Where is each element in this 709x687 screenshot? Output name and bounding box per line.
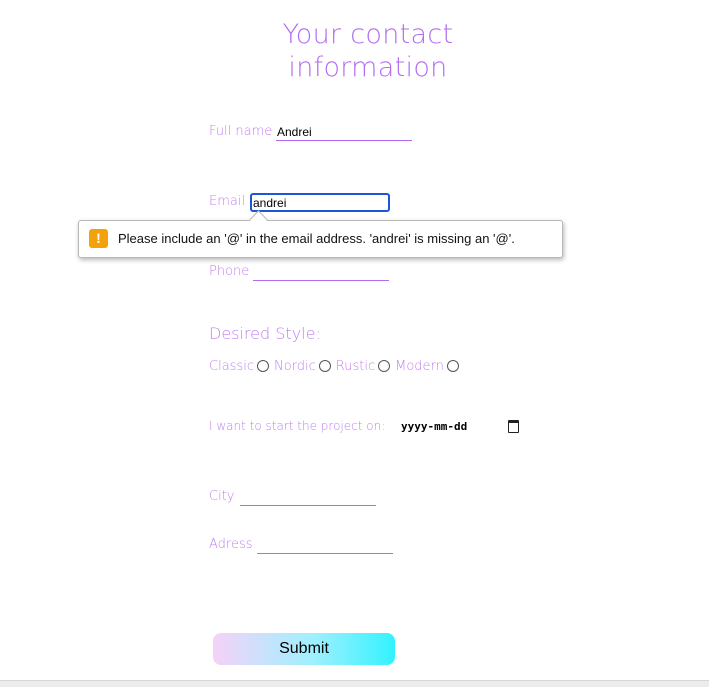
city-label: City	[209, 489, 235, 504]
full-name-input[interactable]	[276, 124, 412, 141]
style-classic-radio[interactable]	[256, 359, 269, 372]
warning-icon: !	[89, 229, 108, 248]
style-rustic-radio[interactable]	[378, 359, 391, 372]
style-nordic-label: Nordic	[273, 359, 316, 374]
style-modern-radio[interactable]	[446, 359, 459, 372]
start-date-input[interactable]: yyyy-mm-dd	[401, 420, 467, 433]
calendar-icon[interactable]	[508, 420, 519, 433]
full-name-label: Full name	[209, 124, 273, 139]
address-input[interactable]	[257, 537, 393, 554]
style-nordic-radio[interactable]	[318, 359, 331, 372]
email-label: Email	[209, 194, 246, 209]
desired-style-heading: Desired Style:	[209, 324, 321, 343]
tooltip-arrow	[249, 210, 268, 229]
address-label: Adress	[209, 537, 253, 552]
style-radio-group: Classic Nordic Rustic Modern	[209, 359, 464, 374]
style-classic-label: Classic	[209, 359, 254, 374]
style-modern-label: Modern	[395, 359, 444, 374]
validation-message: Please include an '@' in the email addre…	[118, 231, 515, 246]
city-input[interactable]	[240, 489, 376, 506]
start-date-label: I want to start the project on:	[209, 419, 386, 433]
phone-label: Phone	[209, 264, 250, 279]
submit-button[interactable]: Submit	[213, 633, 395, 665]
email-input[interactable]	[250, 193, 390, 212]
page-title-line2: information	[288, 52, 448, 83]
phone-input[interactable]	[253, 264, 389, 281]
style-rustic-label: Rustic	[335, 359, 376, 374]
page-title: Your contact information	[0, 18, 709, 84]
page-title-line1: Your contact	[282, 19, 454, 50]
validation-tooltip: ! Please include an '@' in the email add…	[78, 210, 563, 258]
